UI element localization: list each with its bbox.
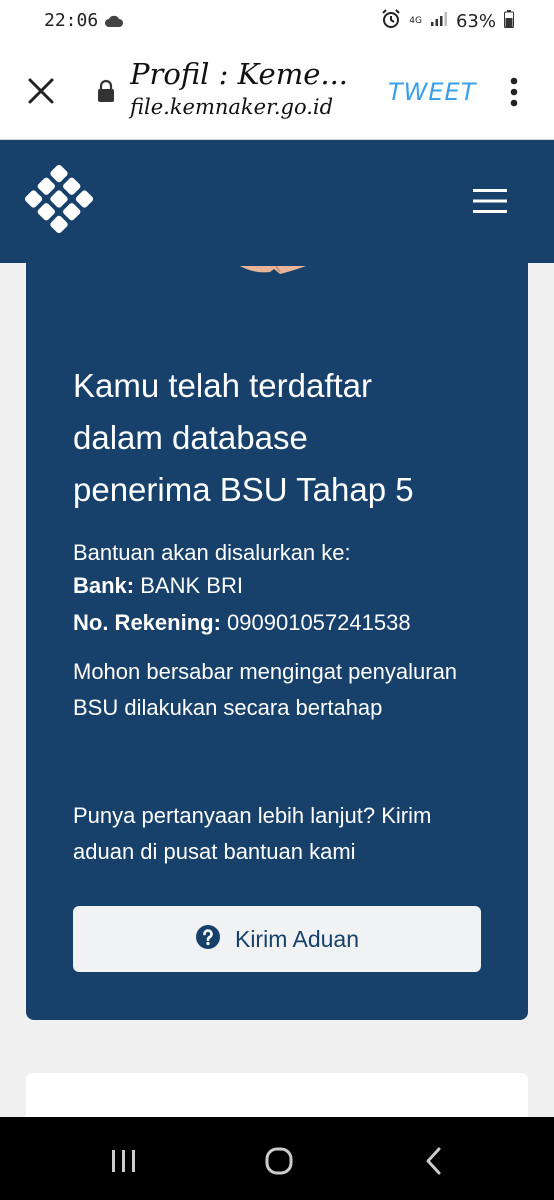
kirim-aduan-label: Kirim Aduan [234,925,359,952]
cloud-icon [104,13,124,32]
status-time: 22:06 [44,10,99,31]
account-label: No. Rekening: [73,610,221,635]
bank-row: Bank: BANK BRI [73,568,243,604]
signal-icon [430,11,448,32]
page-domain: file.kemnaker.go.id [130,95,334,119]
page-title: Profil : Keme... [130,57,349,91]
hamburger-menu-icon[interactable] [473,188,507,214]
heading-line: penerima BSU Tahap 5 [73,471,414,508]
home-icon[interactable] [264,1147,294,1179]
network-type: 4G [409,16,422,26]
heading-line: Kamu telah terdaftar [73,367,372,404]
recent-apps-icon[interactable] [110,1148,138,1178]
account-value: 090901057241538 [227,610,411,635]
close-icon[interactable] [24,74,58,108]
transfer-intro: Bantuan akan disalurkan ke: [73,540,351,565]
status-bar: 22:06 4G 63% [0,0,554,40]
battery-icon [504,10,514,33]
page-info[interactable]: Profil : Keme... file.kemnaker.go.id [130,56,375,122]
account-row: No. Rekening: 090901057241538 [73,605,411,641]
back-icon[interactable] [424,1146,444,1180]
tweet-button[interactable]: TWEET [388,78,476,106]
question-circle-icon [195,924,221,954]
illustration-fragment [240,263,310,282]
bank-label: Bank: [73,573,135,598]
alarm-icon [381,9,401,34]
bank-value: BANK BRI [140,573,243,598]
lock-icon [96,79,116,107]
card-heading: Kamu telah terdaftar dalam database pene… [73,360,513,516]
kirim-aduan-button[interactable]: Kirim Aduan [73,906,481,972]
support-question: Punya pertanyaan lebih lanjut? Kirim adu… [73,803,432,864]
patience-notice: Mohon bersabar mengingat penyaluran BSU … [73,659,458,720]
heading-line: dalam database [73,419,308,456]
more-vert-icon[interactable] [506,74,522,110]
battery-level: 63% [455,11,496,32]
kemnaker-logo-icon[interactable] [24,164,94,238]
browser-toolbar: Profil : Keme... file.kemnaker.go.id TWE… [0,40,554,140]
